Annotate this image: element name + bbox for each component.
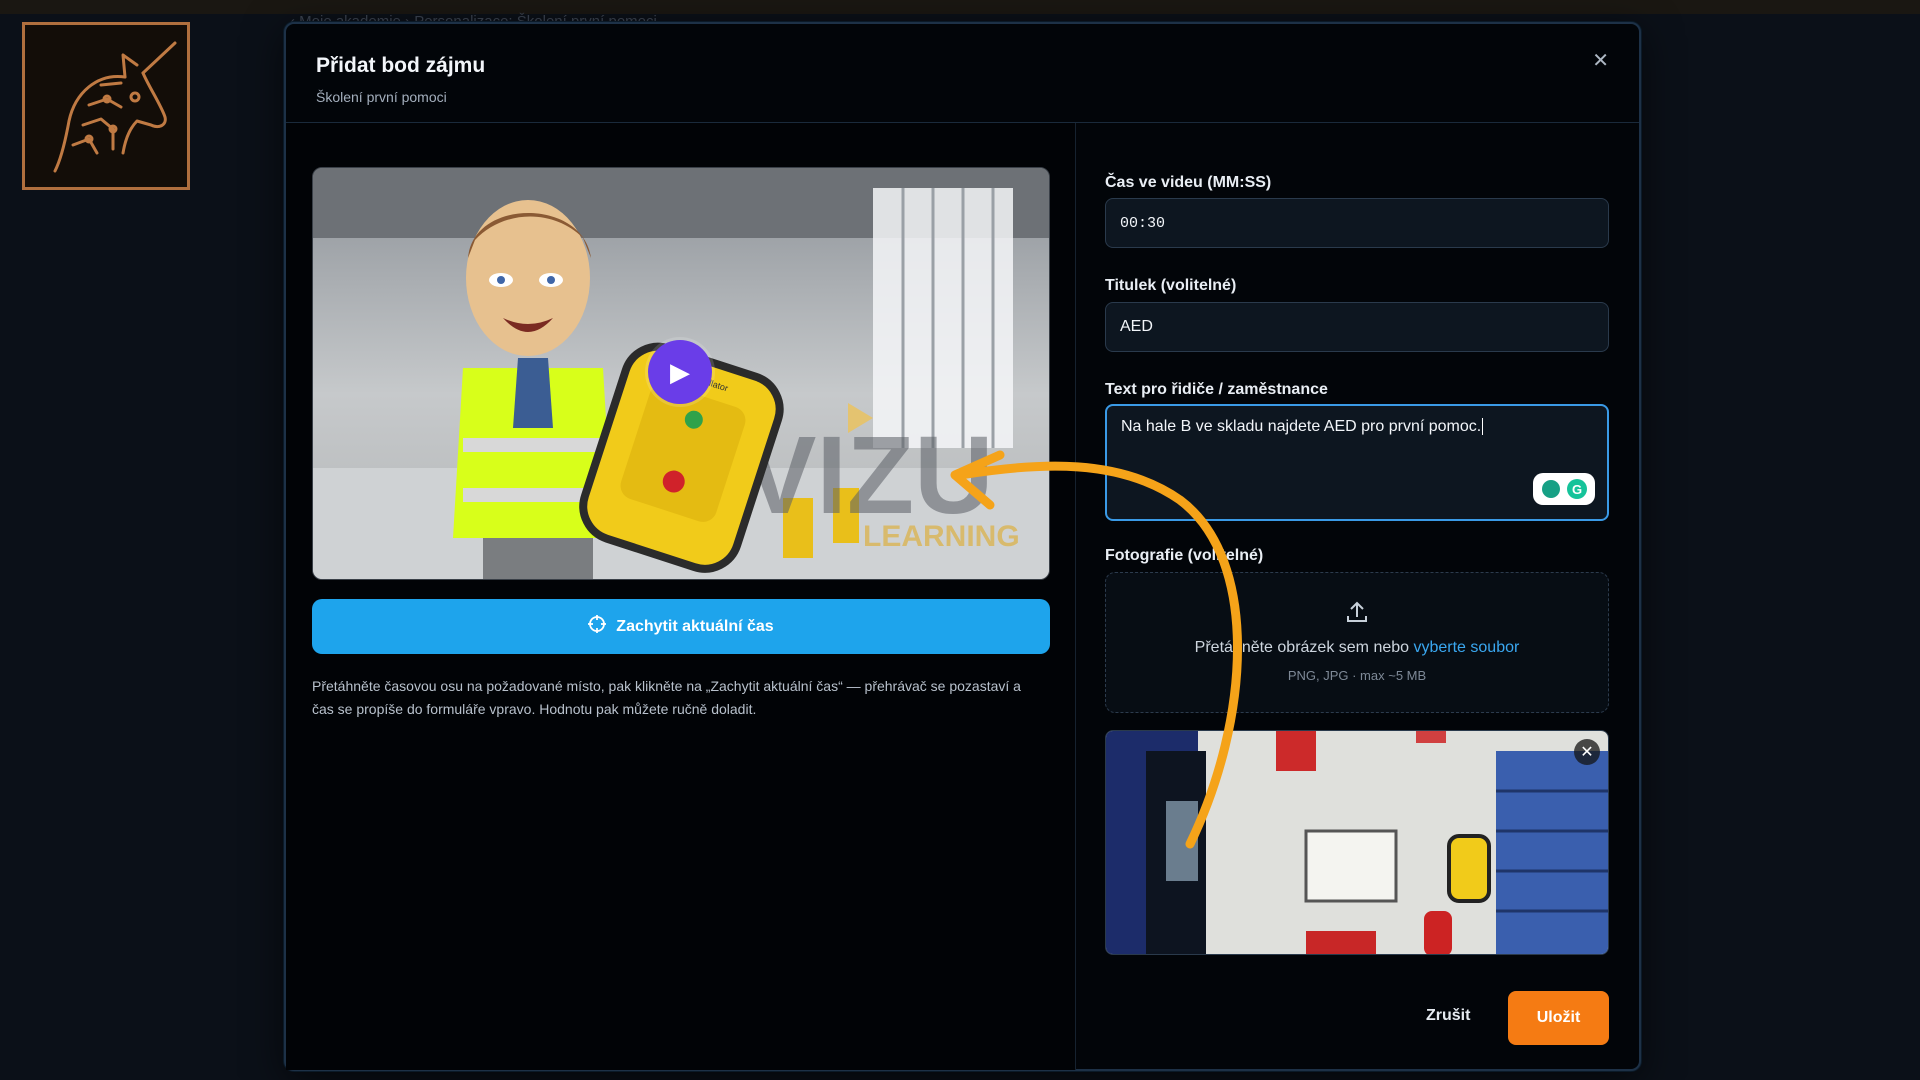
photo-dropzone[interactable]: Přetáhněte obrázek sem nebo vyberte soub… — [1105, 572, 1609, 713]
video-column: VIZU LEARNING ▶ Zachytit aktuální čas Př… — [286, 123, 1075, 1070]
unicorn-logo — [22, 22, 190, 190]
add-poi-modal: Přidat bod zájmu Školení první pomoci ✕ — [284, 22, 1641, 1071]
modal-header: Přidat bod zájmu Školení první pomoci ✕ — [286, 24, 1639, 123]
modal-subtitle: Školení první pomoci — [316, 89, 447, 105]
background-strip — [0, 0, 1920, 14]
remove-photo-icon[interactable]: ✕ — [1574, 739, 1600, 765]
photo-label: Fotografie (volitelné) — [1105, 547, 1264, 564]
video-player[interactable]: VIZU LEARNING ▶ — [312, 167, 1050, 580]
grammarly-icon[interactable]: G — [1533, 473, 1595, 505]
dropzone-main-text: Přetáhněte obrázek sem nebo — [1194, 639, 1414, 656]
title-input-value: AED — [1120, 318, 1153, 335]
video-watermark: VIZU — [743, 414, 994, 537]
video-watermark-sub: LEARNING — [863, 520, 1020, 553]
text-label: Text pro řidiče / zaměstnance — [1105, 381, 1328, 398]
time-label: Čas ve videu (MM:SS) — [1105, 174, 1272, 191]
time-input-value: 00:30 — [1120, 214, 1166, 232]
dropzone-text: Přetáhněte obrázek sem nebo vyberte soub… — [1106, 639, 1608, 657]
time-input[interactable]: 00:30 — [1105, 198, 1609, 248]
column-divider — [1075, 123, 1076, 1070]
title-label: Titulek (volitelné) — [1105, 277, 1237, 294]
textarea-value: Na hale B ve skladu najdete AED pro prvn… — [1121, 418, 1482, 435]
modal-title: Přidat bod zájmu — [316, 54, 486, 77]
capture-help-text: Přetáhněte časovou osu na požadované mís… — [312, 678, 1021, 717]
photo-preview: ✕ — [1105, 730, 1609, 955]
play-button[interactable]: ▶ — [648, 340, 712, 404]
capture-current-time-button[interactable]: Zachytit aktuální čas — [312, 599, 1050, 654]
capture-button-label: Zachytit aktuální čas — [616, 617, 774, 635]
text-textarea[interactable]: Na hale B ve skladu najdete AED pro prvn… — [1105, 404, 1609, 521]
choose-file-link[interactable]: vyberte soubor — [1413, 639, 1519, 656]
crosshair-icon — [588, 615, 607, 638]
upload-icon — [1344, 599, 1370, 630]
cancel-button[interactable]: Zrušit — [1426, 1007, 1470, 1025]
close-icon[interactable]: ✕ — [1592, 48, 1609, 73]
save-button[interactable]: Uložit — [1508, 991, 1609, 1045]
title-input[interactable]: AED — [1105, 302, 1609, 352]
dropzone-hint: PNG, JPG · max ~5 MB — [1287, 668, 1427, 683]
svg-text:G: G — [1572, 482, 1582, 497]
